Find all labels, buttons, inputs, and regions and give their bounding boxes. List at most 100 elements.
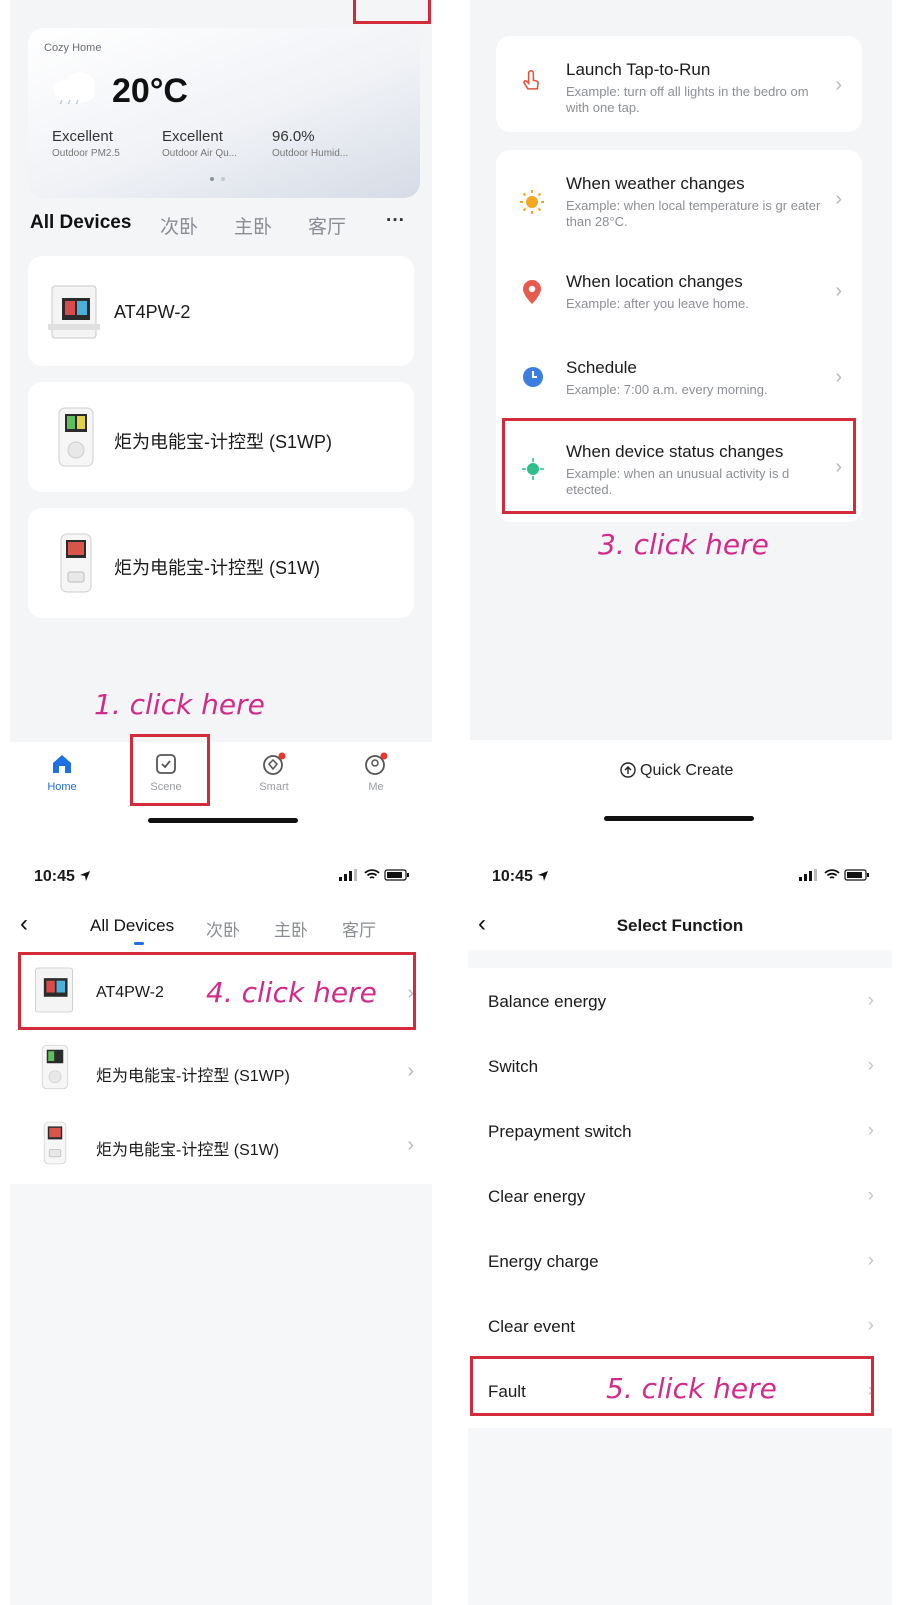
chevron-right-icon: › [835, 366, 842, 388]
chevron-right-icon: › [867, 1055, 874, 1076]
tab-room-2[interactable]: 次卧 [206, 916, 240, 941]
stat-pm25: Excellent Outdoor PM2.5 [52, 128, 120, 159]
device-card[interactable]: 炬为电能宝-计控型 (S1WP) [28, 382, 414, 492]
chevron-right-icon: › [835, 188, 842, 210]
condition-row[interactable]: When weather changes Example: when local… [496, 150, 862, 246]
nav-home[interactable]: Home [36, 752, 88, 793]
quick-create-button[interactable]: Quick Create [620, 762, 733, 780]
scene-panel: Launch Tap-to-Run Example: turn off all … [470, 0, 892, 840]
device-name: 炬为电能宝-计控型 (S1W) [96, 1142, 280, 1159]
condition-row[interactable]: When location changes Example: after you… [496, 250, 862, 334]
device-card[interactable]: 炬为电能宝-计控型 (S1W) [28, 508, 414, 618]
tab-header: ‹ All Devices 次卧 主卧 客厅 [10, 904, 432, 954]
function-row[interactable]: Energy charge › [468, 1230, 892, 1296]
scene-highlight [130, 734, 210, 806]
step-5-annotation: 5. click here [606, 1372, 777, 1405]
tab-all-devices[interactable]: All Devices [30, 212, 131, 234]
tab-room-2[interactable]: 次卧 [160, 212, 198, 239]
function-row[interactable]: Clear energy › [468, 1165, 892, 1231]
location-arrow-icon [538, 871, 549, 881]
condition-row[interactable]: Schedule Example: 7:00 a.m. every mornin… [496, 340, 862, 418]
breaker-meter-icon [48, 285, 100, 339]
list-item[interactable]: 炬为电能宝-计控型 (S1W) › [10, 1108, 432, 1184]
function-row[interactable]: Balance energy › [468, 970, 892, 1036]
chevron-right-icon: › [835, 74, 842, 96]
list-item[interactable]: 炬为电能宝-计控型 (S1WP) › [10, 1032, 432, 1108]
settings-highlight [353, 0, 431, 24]
page-title: Select Function [616, 916, 744, 935]
signal-icon [799, 869, 818, 881]
step-4-annotation: 4. click here [206, 976, 377, 1009]
launch-tap-to-run-card[interactable]: Launch Tap-to-Run Example: turn off all … [496, 36, 862, 132]
select-function-panel: 10:45 ‹ Select Function Balance energy › … [468, 848, 892, 1605]
nav-me[interactable]: Me [350, 752, 402, 793]
me-icon [365, 752, 388, 775]
chevron-right-icon: › [867, 1120, 874, 1141]
smart-plug-meter-icon [58, 407, 94, 467]
wifi-icon [363, 869, 380, 879]
chevron-right-icon: › [867, 1185, 874, 1206]
status-icons [799, 868, 870, 886]
status-time: 10:45 [34, 868, 91, 886]
chevron-right-icon: › [835, 280, 842, 302]
tab-underline [134, 942, 144, 945]
home-name: Cozy Home [44, 42, 102, 54]
smart-plug-meter-icon [60, 533, 92, 593]
device-status-highlight [502, 418, 856, 514]
battery-icon [844, 869, 869, 881]
location-pin-icon [523, 280, 541, 304]
tap-icon [523, 70, 539, 90]
chevron-right-icon: › [867, 1250, 874, 1271]
clock-icon [523, 367, 543, 387]
battery-icon [384, 869, 409, 881]
scene-title: Launch Tap-to-Run [566, 60, 711, 79]
function-row[interactable]: Clear event › [468, 1295, 892, 1361]
cloud-icon [54, 72, 95, 104]
temperature: 20°C [112, 72, 188, 110]
smart-plug-meter-icon [41, 1044, 69, 1090]
step-3-annotation: 3. click here [598, 528, 769, 561]
home-indicator [148, 818, 298, 823]
chevron-right-icon: › [867, 1315, 874, 1336]
status-bar: 10:45 [468, 848, 892, 904]
stat-air-quality: Excellent Outdoor Air Qu... [162, 128, 238, 159]
device-name: 炬为电能宝-计控型 (S1WP) [114, 432, 332, 452]
stat-humidity: 96.0% Outdoor Humid... [272, 128, 349, 159]
tab-room-3[interactable]: 主卧 [234, 212, 272, 239]
nav-smart[interactable]: Smart [244, 752, 304, 793]
bottom-nav: Home Scene Smart Me [10, 734, 432, 840]
weather-card[interactable]: Cozy Home 20°C Excellent Outdoor PM2.5 E… [28, 28, 420, 198]
upload-circle-icon [620, 762, 636, 778]
smart-icon [263, 752, 286, 775]
sun-icon [520, 190, 544, 214]
tab-room-3[interactable]: 主卧 [274, 916, 308, 941]
tab-room-4[interactable]: 客厅 [342, 916, 376, 941]
tab-room-4[interactable]: 客厅 [308, 212, 346, 239]
home-panel: Cozy Home 20°C Excellent Outdoor PM2.5 E… [10, 0, 432, 840]
signal-icon [339, 869, 358, 881]
status-time: 10:45 [492, 868, 549, 886]
step-1-annotation: 1. click here [94, 688, 265, 721]
wifi-icon [823, 869, 840, 879]
device-select-panel: 10:45 ‹ All Devices 次卧 主卧 客厅 AT4PW-2 › 炬… [10, 848, 432, 1605]
function-row[interactable]: Prepayment switch › [468, 1100, 892, 1166]
quick-create-bar: Quick Create [470, 740, 892, 840]
device-name: 炬为电能宝-计控型 (S1W) [114, 558, 320, 578]
scene-desc: Example: turn off all lights in the bedr… [566, 84, 809, 115]
page-dots [210, 168, 226, 186]
more-icon[interactable]: ··· [386, 210, 405, 232]
chevron-right-icon: › [407, 1060, 414, 1082]
home-icon [53, 755, 71, 773]
function-row[interactable]: Switch › [468, 1035, 892, 1101]
device-name: AT4PW-2 [114, 302, 191, 322]
smart-plug-meter-icon [43, 1121, 67, 1165]
location-arrow-icon [80, 871, 91, 881]
chevron-right-icon: › [407, 1134, 414, 1156]
tab-all-devices[interactable]: All Devices [90, 916, 174, 936]
device-name: 炬为电能宝-计控型 (S1WP) [96, 1068, 290, 1085]
home-indicator [604, 816, 754, 821]
status-bar: 10:45 [10, 848, 432, 904]
device-card[interactable]: AT4PW-2 [28, 256, 414, 366]
nav-header: ‹ Select Function [468, 904, 892, 950]
back-arrow-icon[interactable]: ‹ [20, 910, 28, 938]
